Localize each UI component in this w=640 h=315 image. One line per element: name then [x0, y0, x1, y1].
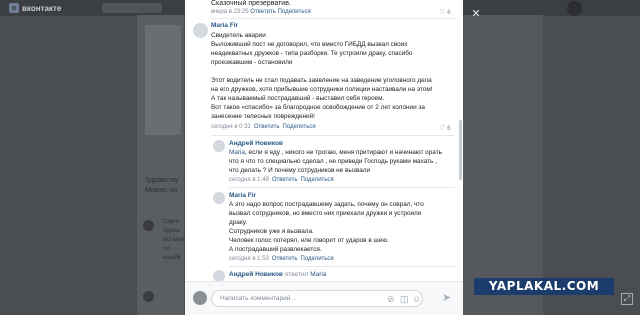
- comment-text: Свидетель аварии Выложивший пост не дого…: [211, 32, 433, 120]
- share-link[interactable]: Поделиться: [301, 177, 334, 183]
- reply-to-name[interactable]: Maria: [310, 271, 326, 278]
- previous-comment-text: Сказочный презерватив.: [211, 0, 291, 7]
- previous-reply-link[interactable]: Ответить: [250, 9, 276, 15]
- avatar[interactable]: [213, 192, 225, 204]
- background-post-card: Здравству Можно ли Серге Здесь оставит л…: [137, 15, 185, 315]
- fullscreen-icon[interactable]: ⤢: [621, 293, 633, 305]
- previous-share-link[interactable]: Поделиться: [278, 9, 311, 15]
- background-avatar-2: [143, 291, 154, 302]
- current-user-avatar: [193, 291, 207, 305]
- previous-like-count: 6: [447, 10, 451, 16]
- background-search: [102, 3, 162, 13]
- comment-time: сегодня в 0:32: [211, 124, 251, 130]
- comment-text-body: , если я еду , никого не трогаю, меня пр…: [229, 149, 442, 174]
- comment-composer: ⊘ ◫ ☺ ➤: [185, 281, 463, 315]
- avatar[interactable]: [213, 270, 225, 281]
- like-button[interactable]: ♡ 6: [439, 124, 451, 132]
- background-user-avatar: [567, 1, 582, 16]
- avatar[interactable]: [213, 140, 225, 152]
- comment-time: сегодня в 1:53: [229, 256, 269, 262]
- divider: [229, 266, 455, 267]
- comment-text: Maria, если я еду , никого не трогаю, ме…: [229, 148, 457, 175]
- background-commenter-avatar: [143, 220, 154, 231]
- close-icon[interactable]: ✕: [470, 8, 482, 20]
- comment-meta: сегодня в 0:32 Ответить Поделиться: [211, 124, 316, 130]
- share-link[interactable]: Поделиться: [301, 256, 334, 262]
- reply-link[interactable]: Ответить: [272, 177, 298, 183]
- divider: [211, 135, 455, 136]
- heart-icon: ♡: [439, 9, 446, 16]
- vk-logo: в вконтакте: [9, 3, 61, 13]
- mention-link[interactable]: Maria: [229, 149, 245, 156]
- heart-icon: ♡: [439, 125, 446, 132]
- comment-input-field[interactable]: ⊘ ◫ ☺: [211, 290, 423, 307]
- comment-author[interactable]: Maria Fir: [211, 22, 238, 29]
- comments-modal: Сказочный презерватив. вчера в 23:25 Отв…: [185, 0, 463, 315]
- comment-meta: сегодня в 1:53 Ответить Поделиться: [229, 256, 334, 262]
- share-link[interactable]: Поделиться: [283, 124, 316, 130]
- reply-to-label: ответил: [284, 271, 309, 278]
- scrollbar-thumb[interactable]: [459, 120, 462, 180]
- comment-text: А это надо вопрос пострадавшему задать, …: [229, 201, 424, 253]
- send-icon[interactable]: ➤: [442, 291, 451, 304]
- background-post-text-1: Здравству: [145, 177, 179, 184]
- comment-author-name: Андрей Новиков: [229, 271, 283, 278]
- previous-comment-time: вчера в 23:25: [211, 9, 249, 15]
- background-post-image: [145, 25, 181, 135]
- comment-time: сегодня в 1:49: [229, 177, 269, 183]
- like-count: 6: [447, 126, 451, 132]
- comment-author[interactable]: Андрей Новиков ответил Maria: [229, 271, 326, 278]
- background-comment-line-4: ошибк: [163, 255, 181, 261]
- comments-scroll-area[interactable]: Сказочный презерватив. вчера в 23:25 Отв…: [185, 0, 463, 281]
- vk-logo-icon: в: [9, 3, 19, 13]
- divider: [229, 187, 455, 188]
- comment-author[interactable]: Maria Fir: [229, 192, 256, 199]
- comment-meta: сегодня в 1:49 Ответить Поделиться: [229, 177, 334, 183]
- reply-link[interactable]: Ответить: [272, 256, 298, 262]
- reply-link[interactable]: Ответить: [254, 124, 280, 130]
- previous-like-button[interactable]: ♡ 6: [439, 8, 451, 16]
- background-post-text-2: Можно ли: [145, 187, 178, 194]
- paperclip-icon[interactable]: ⊘: [387, 293, 395, 305]
- emoji-icon[interactable]: ☺: [412, 293, 421, 305]
- camera-icon[interactable]: ◫: [400, 293, 409, 305]
- background-sidebar: [463, 15, 543, 315]
- comment-input[interactable]: [220, 291, 370, 306]
- avatar[interactable]: [193, 23, 208, 38]
- yaplakal-watermark: YAPLAKAL.COM: [474, 278, 614, 295]
- divider: [211, 18, 455, 19]
- comment-author[interactable]: Андрей Новиков: [229, 140, 283, 147]
- vk-logo-text: вконтакте: [22, 3, 62, 13]
- scrollbar[interactable]: [459, 0, 462, 281]
- previous-comment-meta: вчера в 23:25 Ответить Поделиться: [211, 9, 311, 15]
